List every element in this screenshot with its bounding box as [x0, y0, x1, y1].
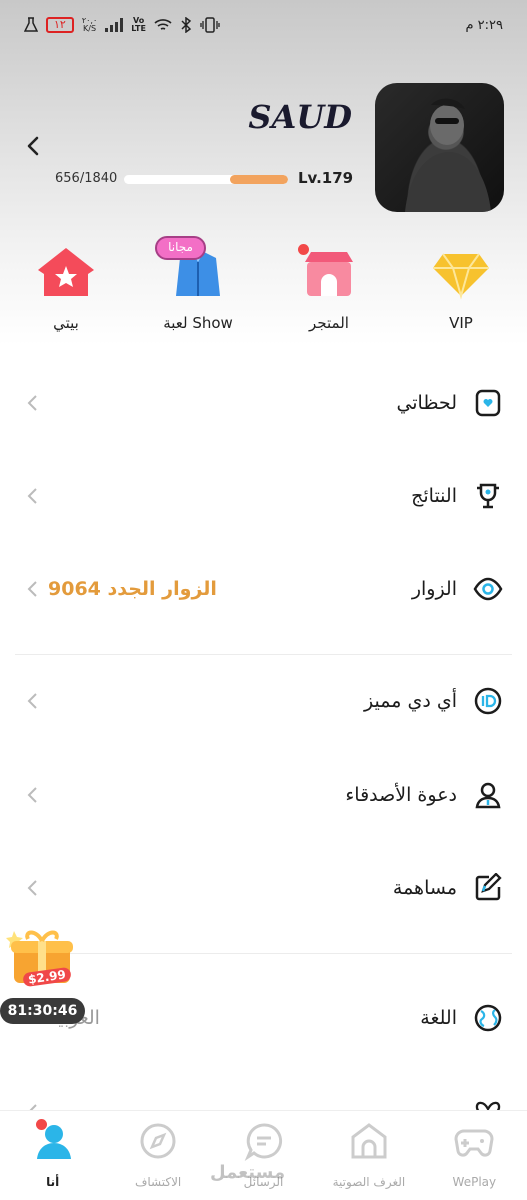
store-notification-dot: [298, 244, 309, 255]
avatar[interactable]: [375, 83, 504, 212]
volte-indicator: Vo LTE: [131, 17, 146, 33]
tab-messages[interactable]: الرسائل: [211, 1111, 316, 1200]
xp-progress-fill: [229, 175, 288, 184]
chat-icon: [244, 1123, 282, 1162]
tab-voice-rooms[interactable]: الغرف الصوتية: [316, 1111, 421, 1200]
quick-action-home-label: بيتي: [53, 314, 79, 332]
menu-item-results[interactable]: النتائج: [0, 466, 527, 526]
username: SAUD: [248, 98, 352, 136]
new-visitors-count: 9064 الزوار الجدد: [48, 578, 217, 600]
user-add-icon: [475, 782, 501, 809]
quick-action-home[interactable]: بيتي: [6, 240, 126, 332]
menu-item-contribution-label: مساهمة: [392, 877, 457, 899]
chevron-left-icon: [27, 488, 37, 504]
menu-item-language-label: اللغة: [420, 1007, 457, 1029]
tab-voice-rooms-label: الغرف الصوتية: [332, 1175, 406, 1189]
menu-item-visitors-label: الزوار: [411, 578, 457, 600]
status-time: ٢:٢٩ م: [465, 17, 503, 33]
voice-room-icon: [351, 1123, 387, 1159]
diamond-icon: [429, 240, 493, 304]
globe-icon: [474, 1004, 502, 1032]
moments-icon: [475, 389, 501, 417]
quick-action-show-game-label: لعبة Show: [163, 314, 233, 332]
quick-action-store[interactable]: المتجر: [269, 240, 389, 332]
chevron-left-icon: [27, 787, 37, 803]
status-bar: ١٢ ٢٠,٠ K/S Vo LTE ٢:٢٩ م: [0, 0, 527, 50]
back-button[interactable]: [20, 133, 46, 159]
xp-progress-text: 656/1840: [55, 171, 118, 186]
menu-item-invite-friends-label: دعوة الأصدقاء: [345, 784, 457, 806]
id-badge-icon: [474, 687, 502, 715]
level-label: Lv.179: [298, 169, 354, 187]
home-icon: [34, 240, 98, 304]
menu-item-contribution[interactable]: مساهمة: [0, 858, 527, 918]
avatar-photo: [405, 98, 491, 212]
volte-bottom: LTE: [131, 24, 146, 33]
gamepad-icon: [454, 1129, 494, 1157]
menu-item-special-id[interactable]: أي دي مميز: [0, 671, 527, 731]
tab-me-label: أنا: [46, 1175, 60, 1189]
menu-item-results-label: النتائج: [411, 485, 457, 507]
vibrate-icon: [200, 17, 220, 33]
network-speed-unit: K/S: [83, 24, 97, 33]
chevron-left-icon: [27, 880, 37, 896]
eye-icon: [473, 577, 503, 601]
trophy-icon: [477, 483, 499, 509]
signal-icon: [105, 18, 124, 32]
tab-discover[interactable]: الاكتشاف: [105, 1111, 210, 1200]
menu-item-special-id-label: أي دي مميز: [364, 690, 457, 712]
bottom-tab-bar: أنا الاكتشاف الرسائل الغرف الصوتية WePla…: [0, 1110, 527, 1200]
chevron-left-icon: [27, 136, 39, 156]
watermark: مستعمل: [210, 1162, 286, 1183]
tab-me[interactable]: أنا: [0, 1111, 105, 1200]
menu-divider: [15, 654, 512, 655]
quick-action-store-label: المتجر: [309, 314, 349, 332]
tab-weplay-label: WePlay: [452, 1175, 497, 1189]
wifi-icon: [154, 19, 172, 30]
flask-icon: [24, 17, 38, 32]
bluetooth-icon: [181, 17, 192, 33]
xp-progress-bar: [124, 175, 288, 184]
menu-item-invite-friends[interactable]: دعوة الأصدقاء: [0, 765, 527, 825]
status-icons-left: ١٢ ٢٠,٠ K/S Vo LTE: [24, 17, 220, 33]
tab-weplay[interactable]: WePlay: [422, 1111, 527, 1200]
menu-item-moments-label: لحظاتي: [396, 392, 457, 414]
quick-action-vip[interactable]: VIP: [401, 240, 521, 332]
menu-item-visitors[interactable]: 9064 الزوار الجدد الزوار: [0, 559, 527, 619]
compass-icon: [140, 1123, 176, 1159]
free-badge: مجانا: [155, 236, 206, 260]
chevron-left-icon: [27, 693, 37, 709]
menu-item-moments[interactable]: لحظاتي: [0, 373, 527, 433]
edit-icon: [475, 873, 502, 901]
quick-action-vip-label: VIP: [449, 314, 473, 332]
tab-discover-label: الاكتشاف: [134, 1175, 182, 1189]
me-notification-dot: [36, 1119, 47, 1130]
chevron-left-icon: [27, 581, 37, 597]
battery-indicator: ١٢: [46, 17, 74, 33]
menu-divider: [15, 953, 512, 954]
chevron-left-icon: [27, 395, 37, 411]
promo-gift[interactable]: $2.99: [6, 925, 78, 991]
promo-timer: 81:30:46: [0, 998, 85, 1024]
network-speed: ٢٠,٠ K/S: [82, 17, 97, 33]
